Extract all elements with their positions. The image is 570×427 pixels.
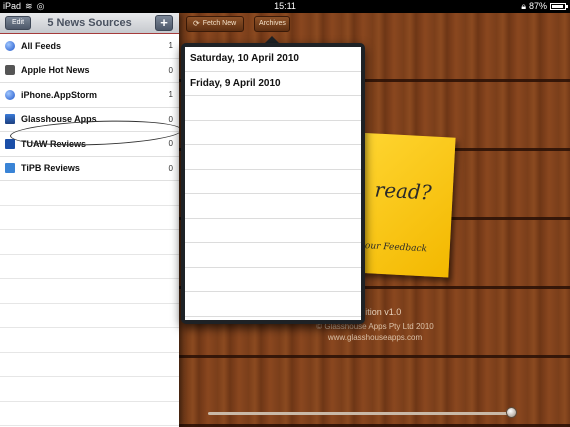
- empty-row: [0, 377, 179, 402]
- panel-title: 5 News Sources: [47, 17, 132, 29]
- feed-list: All Feeds 1 Apple Hot News 0 iPhone.AppS…: [0, 34, 179, 426]
- slider-thumb[interactable]: [506, 407, 517, 418]
- feed-label: iPhone.AppStorm: [21, 89, 97, 100]
- empty-row: [185, 121, 361, 145]
- globe-icon: [5, 40, 15, 51]
- empty-row: [0, 230, 179, 255]
- empty-row: [0, 279, 179, 304]
- fetch-new-label: Fetch New: [202, 20, 237, 27]
- feed-count: 0: [168, 114, 173, 124]
- feed-item-all-feeds[interactable]: All Feeds 1: [0, 34, 179, 59]
- archives-popover: Saturday, 10 April 2010 Friday, 9 April …: [181, 43, 365, 324]
- feed-label: TiPB Reviews: [21, 163, 80, 174]
- feed-item-tipb-reviews[interactable]: TiPB Reviews 0: [0, 157, 179, 181]
- feed-label: Apple Hot News: [21, 65, 90, 76]
- feed-label: All Feeds: [21, 40, 62, 51]
- feed-count: 0: [168, 163, 173, 173]
- archives-button[interactable]: Archives: [254, 16, 290, 32]
- status-bar: iPad ≋ ◎ 15:11 🔒︎ 87%: [0, 0, 570, 13]
- archives-list: Saturday, 10 April 2010 Friday, 9 April …: [185, 47, 361, 320]
- feed-count: 0: [168, 139, 173, 149]
- feed-label: TUAW Reviews: [21, 138, 87, 149]
- empty-row: [185, 194, 361, 219]
- empty-row: [0, 181, 179, 206]
- feed-count: 0: [168, 65, 173, 75]
- empty-row: [185, 243, 361, 268]
- empty-row: [0, 304, 179, 328]
- empty-row: [0, 255, 179, 279]
- empty-row: [185, 145, 361, 170]
- fetch-new-button[interactable]: ⟳ Fetch New: [186, 16, 244, 32]
- tuaw-icon: [5, 138, 15, 149]
- slider-track[interactable]: [208, 412, 514, 415]
- archives-label: Archives: [259, 20, 286, 27]
- globe-icon: [5, 89, 15, 100]
- empty-row: [185, 292, 361, 317]
- feed-item-apple-hot-news[interactable]: Apple Hot News 0: [0, 59, 179, 83]
- sticky-text-feedback: your Feedback: [359, 240, 428, 255]
- battery-icon: [550, 3, 568, 10]
- empty-row: [185, 96, 361, 121]
- feed-count: 1: [168, 41, 173, 51]
- empty-row: [0, 206, 179, 230]
- apple-icon: [5, 65, 15, 76]
- status-right: 🔒︎ 87%: [521, 0, 568, 13]
- refresh-icon: ⟳: [193, 19, 200, 28]
- news-sources-panel: Edit 5 News Sources + All Feeds 1 Apple …: [0, 13, 179, 427]
- feed-item-tuaw-reviews[interactable]: TUAW Reviews 0: [0, 132, 179, 157]
- empty-row: [185, 170, 361, 194]
- empty-row: [185, 268, 361, 292]
- lock-icon: 🔒︎: [521, 1, 526, 11]
- website-link[interactable]: www.glasshouseapps.com: [300, 332, 450, 343]
- archive-item[interactable]: Friday, 9 April 2010: [185, 72, 361, 96]
- empty-row: [185, 219, 361, 243]
- status-time: 15:11: [274, 1, 296, 11]
- empty-row: [0, 353, 179, 377]
- panel-header: Edit 5 News Sources +: [0, 13, 179, 34]
- feed-item-glasshouse-apps[interactable]: Glasshouse Apps 0: [0, 108, 179, 132]
- feed-label: Glasshouse Apps: [21, 114, 97, 125]
- empty-row: [0, 402, 179, 426]
- sticky-text-read: read?: [374, 177, 433, 205]
- add-source-button[interactable]: +: [155, 15, 173, 31]
- tipb-icon: [5, 163, 15, 174]
- glasshouse-icon: [5, 114, 15, 125]
- battery-percent: 87%: [528, 1, 547, 11]
- archive-item[interactable]: Saturday, 10 April 2010: [185, 47, 361, 72]
- feed-count: 1: [168, 90, 173, 100]
- empty-row: [0, 328, 179, 353]
- feed-item-iphone-appstorm[interactable]: iPhone.AppStorm 1: [0, 83, 179, 108]
